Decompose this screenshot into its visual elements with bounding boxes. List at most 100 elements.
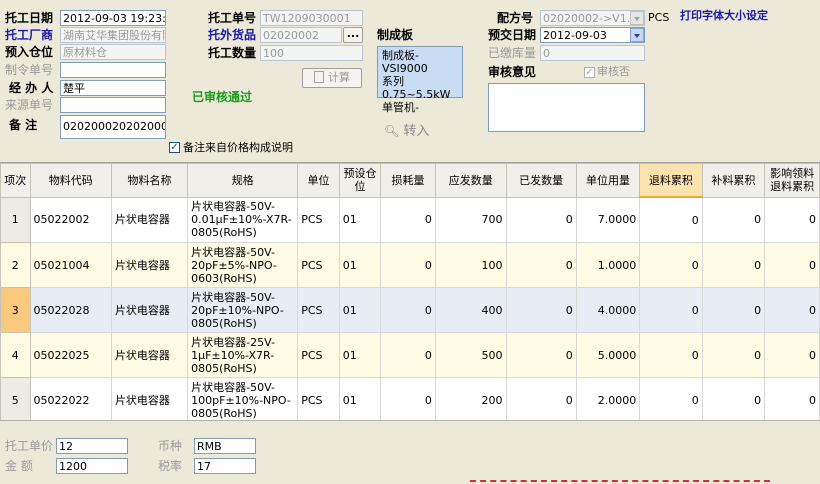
cell-required[interactable]: 100 xyxy=(434,242,507,288)
vendor-label[interactable]: 托工厂商 xyxy=(5,27,53,43)
row-index[interactable]: 5 xyxy=(0,377,31,421)
currency-field[interactable]: RMB xyxy=(194,438,256,454)
col-header[interactable]: 物料代码 xyxy=(29,163,112,198)
cell-affect-return[interactable]: 0 xyxy=(764,196,820,243)
cell-supplement[interactable]: 0 xyxy=(701,377,766,421)
col-header-selected[interactable]: 退料累积 xyxy=(639,163,703,198)
col-header[interactable]: 损耗量 xyxy=(380,163,436,198)
col-header[interactable]: 物料名称 xyxy=(110,163,189,198)
col-header[interactable]: 单位用量 xyxy=(575,163,641,198)
warehouse-field[interactable]: 原材料仓 xyxy=(60,44,166,60)
cell-code[interactable]: 05022025 xyxy=(29,332,112,378)
cell-return[interactable]: 0 xyxy=(639,242,703,288)
source-field[interactable] xyxy=(60,97,166,113)
cell-required[interactable]: 400 xyxy=(434,287,507,333)
tw-no-field[interactable]: TW1209030001 xyxy=(260,10,363,26)
remark-field[interactable]: 0202000202020002 xyxy=(60,115,166,139)
cell-return[interactable]: 0 xyxy=(639,196,703,243)
review-textarea[interactable] xyxy=(488,83,645,132)
col-header[interactable]: 补料累积 xyxy=(701,163,766,198)
cell-return[interactable]: 0 xyxy=(639,377,703,421)
cell-supplement[interactable]: 0 xyxy=(701,196,766,243)
cell-spec[interactable]: 片状电容器-50V-20pF±5%-NPO-0603(RoHS) xyxy=(187,242,299,288)
cell-issued[interactable]: 0 xyxy=(505,332,577,378)
vendor-field[interactable]: 湖南艾华集团股份有限 xyxy=(60,27,166,43)
cell-issued[interactable]: 0 xyxy=(505,287,577,333)
row-index[interactable]: 3 xyxy=(0,287,31,333)
col-header[interactable]: 应发数量 xyxy=(434,163,507,198)
calculate-button[interactable]: 计算 xyxy=(302,68,362,88)
cell-location[interactable]: 01 xyxy=(338,332,382,378)
cell-unit[interactable]: PCS xyxy=(297,196,340,243)
cell-name[interactable]: 片状电容器 xyxy=(110,196,189,243)
cell-supplement[interactable]: 0 xyxy=(701,332,766,378)
cell-unit[interactable]: PCS xyxy=(297,242,340,288)
cell-unit-usage[interactable]: 4.0000 xyxy=(575,287,641,333)
amount-field[interactable]: 1200 xyxy=(56,458,128,474)
cell-affect-return[interactable]: 0 xyxy=(764,332,820,378)
table-row[interactable]: 4 05022025 片状电容器 片状电容器-25V-1μF±10%-X7R-0… xyxy=(0,332,820,378)
cell-required[interactable]: 200 xyxy=(434,377,507,421)
cell-unit-usage[interactable]: 7.0000 xyxy=(575,196,641,243)
cell-affect-return[interactable]: 0 xyxy=(764,242,820,288)
order-field[interactable] xyxy=(60,62,166,78)
cell-code[interactable]: 05022028 xyxy=(29,287,112,333)
handler-field[interactable]: 楚平 xyxy=(60,80,166,96)
table-row[interactable]: 5 05022022 片状电容器 片状电容器-50V-100pF±10%-NPO… xyxy=(0,377,820,421)
cell-unit[interactable]: PCS xyxy=(297,332,340,378)
col-header[interactable]: 预设仓位 xyxy=(338,163,382,198)
table-row[interactable]: 2 05021004 片状电容器 片状电容器-50V-20pF±5%-NPO-0… xyxy=(0,242,820,288)
date-field[interactable]: 2012-09-03 19:23:00 xyxy=(60,10,166,26)
cell-spec[interactable]: 片状电容器-25V-1μF±10%-X7R-0805(RoHS) xyxy=(187,332,299,378)
cell-location[interactable]: 01 xyxy=(338,196,382,243)
cell-unit-usage[interactable]: 2.0000 xyxy=(575,377,641,421)
stock-field[interactable]: 0 xyxy=(540,45,645,61)
cell-affect-return[interactable]: 0 xyxy=(764,287,820,333)
cell-name[interactable]: 片状电容器 xyxy=(110,287,189,333)
cell-issued[interactable]: 0 xyxy=(505,242,577,288)
formula-dropdown-icon[interactable] xyxy=(630,11,644,25)
note-source-checkbox[interactable]: ✓ xyxy=(169,142,180,153)
cell-unit-usage[interactable]: 1.0000 xyxy=(575,242,641,288)
cell-unit[interactable]: PCS xyxy=(297,287,340,333)
reject-checkbox[interactable]: ✓ xyxy=(584,67,595,78)
cell-required[interactable]: 700 xyxy=(434,196,507,243)
col-header[interactable]: 规格 xyxy=(187,163,299,198)
qty-field[interactable]: 100 xyxy=(260,45,363,61)
row-index[interactable]: 4 xyxy=(0,332,31,378)
goods-label[interactable]: 托外货品 xyxy=(208,27,256,43)
row-index[interactable]: 1 xyxy=(0,196,31,243)
cell-required[interactable]: 500 xyxy=(434,332,507,378)
goods-field[interactable]: 02020002 xyxy=(260,27,342,43)
cell-affect-return[interactable]: 0 xyxy=(764,377,820,421)
cell-location[interactable]: 01 xyxy=(338,287,382,333)
cell-unit-usage[interactable]: 5.0000 xyxy=(575,332,641,378)
cell-code[interactable]: 05022002 xyxy=(29,196,112,243)
cell-name[interactable]: 片状电容器 xyxy=(110,377,189,421)
col-header[interactable]: 已发数量 xyxy=(505,163,577,198)
cell-loss[interactable]: 0 xyxy=(380,377,436,421)
cell-spec[interactable]: 片状电容器-50V-0.01μF±10%-X7R-0805(RoHS) xyxy=(187,196,299,243)
cell-loss[interactable]: 0 xyxy=(380,242,436,288)
cell-issued[interactable]: 0 xyxy=(505,377,577,421)
cell-location[interactable]: 01 xyxy=(338,377,382,421)
cell-location[interactable]: 01 xyxy=(338,242,382,288)
cell-loss[interactable]: 0 xyxy=(380,287,436,333)
delivery-dropdown-icon[interactable] xyxy=(630,28,644,42)
print-font-size-link[interactable]: 打印字体大小设定 xyxy=(680,8,768,24)
cell-issued[interactable]: 0 xyxy=(505,196,577,243)
cell-return[interactable]: 0 xyxy=(639,287,703,333)
cell-code[interactable]: 05022022 xyxy=(29,377,112,421)
cell-unit[interactable]: PCS xyxy=(297,377,340,421)
cell-name[interactable]: 片状电容器 xyxy=(110,242,189,288)
row-index[interactable]: 2 xyxy=(0,242,31,288)
cell-supplement[interactable]: 0 xyxy=(701,242,766,288)
cell-name[interactable]: 片状电容器 xyxy=(110,332,189,378)
cell-loss[interactable]: 0 xyxy=(380,332,436,378)
transfer-button[interactable]: 🔍︎ 转入 xyxy=(384,120,429,139)
table-row[interactable]: 1 05022002 片状电容器 片状电容器-50V-0.01μF±10%-X7… xyxy=(0,196,820,243)
cell-return[interactable]: 0 xyxy=(639,332,703,378)
col-header[interactable]: 单位 xyxy=(297,163,340,198)
tax-field[interactable]: 17 xyxy=(194,458,256,474)
goods-lookup-button[interactable]: ... xyxy=(343,27,363,43)
